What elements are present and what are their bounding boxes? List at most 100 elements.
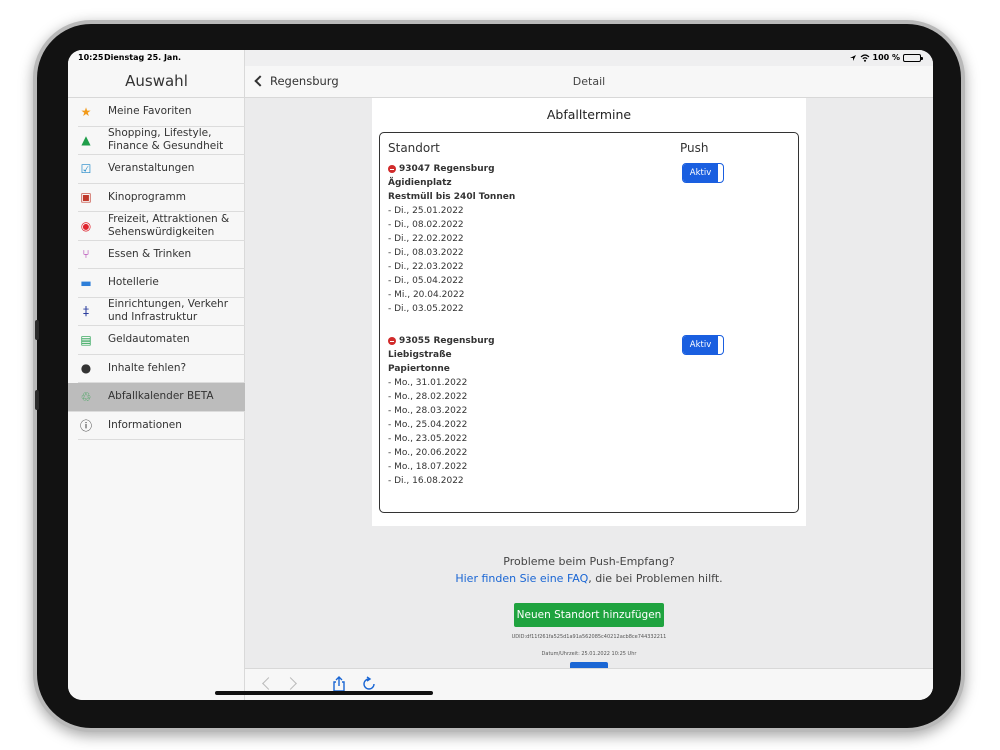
- location-entry: 93047 Regensburg Ägidienplatz Restmüll b…: [388, 162, 515, 316]
- status-date: Dienstag 25. Jan.: [104, 53, 182, 62]
- help-line: Hier finden Sie eine FAQ, die bei Proble…: [245, 570, 933, 587]
- screen: Auswahl ★ Meine Favoriten ▲ Shopping, Lifes…: [68, 50, 933, 700]
- sidebar-item[interactable]: ▲ Shopping, Lifestyle, Finance & Gesundhe…: [78, 127, 245, 155]
- sidebar-item-label: Kinoprogramm: [108, 190, 186, 203]
- location-head: 93055 Regensburg: [388, 334, 495, 348]
- waste-type: Papiertonne: [388, 364, 450, 374]
- sidebar-item[interactable]: ▣ Kinoprogramm: [78, 184, 245, 212]
- sidebar-item[interactable]: ★ Meine Favoriten: [78, 98, 245, 127]
- pickup-date: - Di., 08.03.2022: [388, 248, 464, 258]
- browser-back-icon[interactable]: [259, 676, 275, 692]
- help-question: Probleme beim Push-Empfang?: [503, 555, 675, 568]
- star-icon: ★: [80, 104, 92, 119]
- column-header-push: Push: [680, 141, 709, 155]
- pickup-date: - Mo., 28.02.2022: [388, 392, 468, 402]
- push-toggle-label: Aktiv: [683, 336, 718, 354]
- status-bar: 10:25 Dienstag 25. Jan. 100 %: [68, 50, 933, 66]
- pickup-date: - Di., 03.05.2022: [388, 304, 464, 314]
- battery-percent: 100 %: [872, 53, 901, 62]
- sidebar-list: ★ Meine Favoriten ▲ Shopping, Lifestyle, Fi…: [68, 97, 245, 440]
- recycle-icon: ♲: [80, 389, 92, 404]
- remove-location-icon[interactable]: [388, 165, 396, 173]
- sidebar-item[interactable]: ⓘ Informationen: [78, 412, 245, 440]
- home-indicator[interactable]: [215, 691, 433, 695]
- volume-button: [35, 320, 39, 340]
- sidebar-item-label: Abfallkalender BETA: [108, 390, 214, 403]
- push-toggle-label: Aktiv: [683, 164, 718, 182]
- sidebar-item-label: Inhalte fehlen?: [108, 361, 187, 374]
- sidebar: Auswahl ★ Meine Favoriten ▲ Shopping, Lifes…: [68, 50, 245, 700]
- battery-icon: [903, 53, 923, 62]
- column-header-standort: Standort: [388, 141, 440, 155]
- status-time: 10:25: [78, 53, 104, 62]
- help-suffix: , die bei Problemen hilft.: [588, 572, 723, 585]
- sidebar-item-label: Shopping, Lifestyle, Finance & Gesundhei…: [108, 127, 224, 153]
- pickup-date: - Mo., 20.06.2022: [388, 448, 468, 458]
- push-help-text: Probleme beim Push-Empfang? Hier finden …: [245, 553, 933, 587]
- pickup-date: - Di., 16.08.2022: [388, 476, 464, 486]
- sidebar-title: Auswahl: [125, 72, 188, 90]
- faq-link[interactable]: Hier finden Sie eine FAQ: [455, 572, 588, 585]
- sidebar-item-label: Freizeit, Attraktionen & Sehenswürdigkei…: [108, 212, 230, 238]
- bottom-toolbar: [245, 668, 933, 700]
- status-right: 100 %: [849, 53, 923, 62]
- page-title: Detail: [572, 75, 606, 88]
- push-toggle[interactable]: Aktiv: [682, 163, 724, 183]
- share-icon[interactable]: [331, 676, 347, 692]
- waste-type: Restmüll bis 240l Tonnen: [388, 192, 516, 202]
- sidebar-item[interactable]: ● Inhalte fehlen?: [78, 355, 245, 383]
- eye-icon: ◉: [80, 218, 92, 233]
- sidebar-item-label: Geldautomaten: [108, 333, 190, 346]
- sidebar-item-label: Essen & Trinken: [108, 247, 192, 260]
- pickup-date: - Mo., 18.07.2022: [388, 462, 468, 472]
- main-area: Regensburg Detail Abfalltermine Standort…: [245, 50, 933, 700]
- timestamp: Datum/Uhrzeit: 25.01.2022 10:25 Uhr: [541, 651, 637, 657]
- sidebar-item[interactable]: ▤ Geldautomaten: [78, 326, 245, 355]
- location-entry: 93055 Regensburg Liebigstraße Papiertonn…: [388, 334, 495, 488]
- schedule-table: Standort Push 93047 Regensburg Ägidienpl…: [379, 132, 799, 513]
- pickup-date: - Di., 05.04.2022: [388, 276, 464, 286]
- web-content[interactable]: Abfalltermine Standort Push 93047 Regens…: [245, 98, 933, 668]
- reload-icon[interactable]: [361, 676, 377, 692]
- pickup-date: - Di., 25.01.2022: [388, 206, 464, 216]
- street-name: Ägidienplatz: [388, 178, 452, 188]
- location-name: 93055 Regensburg: [399, 336, 495, 346]
- sidebar-item[interactable]: ♲ Abfallkalender BETA: [68, 383, 245, 412]
- pickup-date: - Di., 08.02.2022: [388, 220, 464, 230]
- device-udid: UDID:df11f261fa525d1a91a562085c40212acb8…: [511, 634, 667, 640]
- shopping-bag-icon: ▲: [81, 133, 91, 148]
- sidebar-item[interactable]: ◉ Freizeit, Attraktionen & Sehenswürdigke…: [78, 212, 245, 241]
- atm-icon: ▤: [80, 332, 92, 347]
- card-title: Abfalltermine: [546, 107, 632, 122]
- sidebar-item-label: Informationen: [108, 418, 182, 431]
- sidebar-item[interactable]: ‡ Einrichtungen, Verkehr und Infrastruktu…: [78, 298, 245, 326]
- volume-button: [35, 390, 39, 410]
- add-location-button[interactable]: Neuen Standort hinzufügen: [514, 603, 664, 627]
- pickup-date: - Mo., 23.05.2022: [388, 434, 468, 444]
- sidebar-item[interactable]: ⑂ Essen & Trinken: [78, 241, 245, 269]
- signpost-icon: ‡: [83, 304, 89, 319]
- location-head: 93047 Regensburg: [388, 162, 515, 176]
- sidebar-item[interactable]: ▬ Hotellerie: [78, 269, 245, 298]
- pickup-date: - Mi., 20.04.2022: [388, 290, 465, 300]
- sidebar-item-label: Veranstaltungen: [108, 162, 195, 175]
- remove-location-icon[interactable]: [388, 337, 396, 345]
- calendar-check-icon: ☑: [80, 161, 92, 176]
- pickup-date: - Mo., 28.03.2022: [388, 406, 468, 416]
- location-name: 93047 Regensburg: [399, 164, 495, 174]
- pickup-date: - Di., 22.02.2022: [388, 234, 464, 244]
- chat-bubbles-icon: ●: [80, 361, 92, 376]
- utensils-icon: ⑂: [82, 247, 90, 262]
- waste-schedule-card: Abfalltermine Standort Push 93047 Regens…: [372, 98, 806, 526]
- sidebar-item[interactable]: ☑ Veranstaltungen: [78, 155, 245, 184]
- pickup-date: - Mo., 31.01.2022: [388, 378, 468, 388]
- browser-forward-icon[interactable]: [285, 676, 301, 692]
- pickup-date: - Di., 22.03.2022: [388, 262, 464, 272]
- info-icon: ⓘ: [79, 418, 92, 433]
- push-toggle[interactable]: Aktiv: [682, 335, 724, 355]
- sidebar-item-label: Hotellerie: [108, 276, 159, 289]
- navigation-bar: Regensburg Detail: [245, 66, 933, 98]
- pickup-date: - Mo., 25.04.2022: [388, 420, 468, 430]
- street-name: Liebigstraße: [388, 350, 452, 360]
- location-arrow-icon: [849, 54, 856, 61]
